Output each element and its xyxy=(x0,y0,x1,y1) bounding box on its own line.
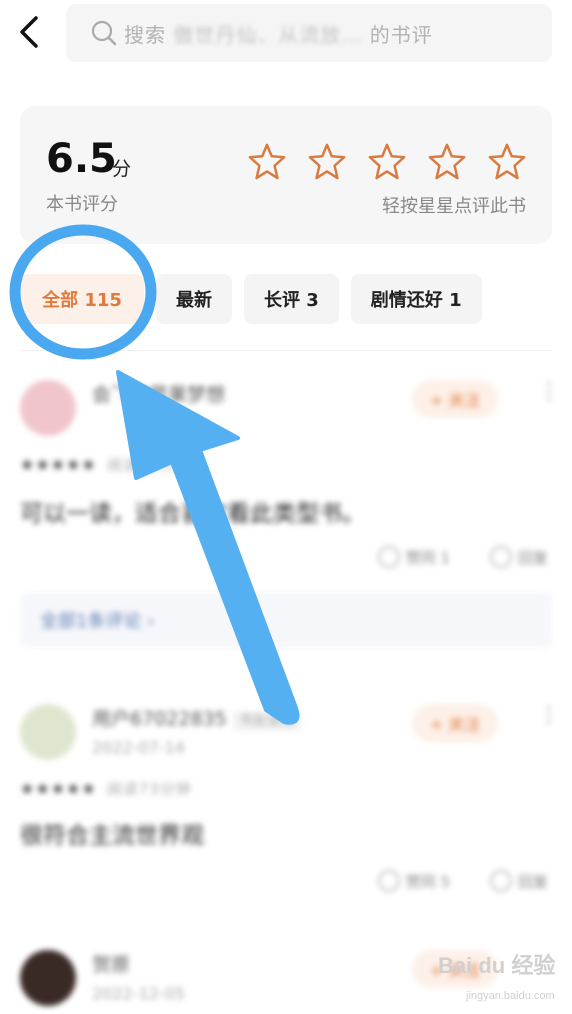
follow-button[interactable]: + 关注 xyxy=(412,380,498,418)
search-placeholder: 搜索 傲世丹仙、从流放… 的书评 xyxy=(124,22,433,47)
back-button[interactable] xyxy=(14,12,48,52)
star-icon[interactable] xyxy=(368,142,406,180)
rate-hint: 轻按星星点评此书 xyxy=(382,196,526,217)
search-input[interactable]: 搜索 傲世丹仙、从流放… 的书评 xyxy=(66,4,552,62)
like-icon xyxy=(377,870,400,892)
review-date: 2022-12-05 xyxy=(92,984,185,1003)
review-text[interactable]: 很符合主流世界观 xyxy=(20,816,204,850)
divider xyxy=(20,350,552,351)
reply-button[interactable]: 回复 xyxy=(489,546,548,568)
review-item: 用户67022835 书友读过 2022-07-14 + 关注 ⋮ ★★★★★ 阅… xyxy=(0,700,572,910)
header: 搜索 傲世丹仙、从流放… 的书评 xyxy=(0,0,572,70)
tab-all[interactable]: 全部 115 xyxy=(20,274,144,324)
more-icon[interactable]: ⋮ xyxy=(538,705,560,727)
follow-button[interactable]: + 关注 xyxy=(412,704,498,742)
score-unit: 分 xyxy=(112,158,132,180)
score-label: 本书评分 xyxy=(46,194,118,215)
more-icon[interactable]: ⋮ xyxy=(538,381,560,403)
reviewer-name[interactable]: 贺原 xyxy=(92,950,130,977)
avatar[interactable] xyxy=(20,704,76,760)
like-button[interactable]: 赞同 1 xyxy=(377,546,450,568)
star-icon[interactable] xyxy=(488,142,526,180)
review-item: 会飞的苹果梦想 + 关注 ⋮ ★★★★★ 阅读的时候 可以一读，适合喜欢看此类型书… xyxy=(0,370,572,590)
watermark-logo: Bai du 经验 xyxy=(438,953,556,978)
reviewer-name[interactable]: 会飞的苹果梦想 xyxy=(92,380,225,407)
star-icon[interactable] xyxy=(308,142,346,180)
reviewer-name[interactable]: 用户67022835 书友读过 xyxy=(92,704,301,731)
reply-icon xyxy=(489,870,512,892)
reply-button[interactable]: 回复 xyxy=(489,870,548,892)
reply-icon xyxy=(489,546,512,568)
chevron-left-icon xyxy=(20,16,38,48)
review-actions: 赞同 5 回复 xyxy=(377,870,548,892)
tab-plot-ok[interactable]: 剧情还好 1 xyxy=(350,274,482,324)
watermark-url: jingyan.baidu.com xyxy=(466,990,555,1002)
review-stars: ★★★★★ 阅读73分钟 xyxy=(20,779,192,798)
review-stars: ★★★★★ 阅读的时候 xyxy=(20,455,187,474)
star-icon[interactable] xyxy=(248,142,286,180)
tab-latest[interactable]: 最新 xyxy=(156,274,232,324)
review-text[interactable]: 可以一读，适合喜欢看此类型书。 xyxy=(20,494,365,528)
book-score: 6.5 xyxy=(46,136,117,182)
tab-long-review[interactable]: 长评 3 xyxy=(244,274,339,324)
like-icon xyxy=(377,546,400,568)
rating-card: 6.5 分 本书评分 轻按星星点评此书 xyxy=(20,106,552,244)
review-actions: 赞同 1 回复 xyxy=(377,546,548,568)
review-date: 2022-07-14 xyxy=(92,738,185,757)
avatar[interactable] xyxy=(20,950,76,1006)
rate-stars[interactable] xyxy=(248,142,526,180)
all-comments-link[interactable]: 全部1条评论 › xyxy=(20,592,552,648)
avatar[interactable] xyxy=(20,380,76,436)
star-icon[interactable] xyxy=(428,142,466,180)
search-icon xyxy=(91,20,117,46)
like-button[interactable]: 赞同 5 xyxy=(377,870,450,892)
filter-tabs: 全部 115 最新 长评 3 剧情还好 1 xyxy=(20,274,482,324)
